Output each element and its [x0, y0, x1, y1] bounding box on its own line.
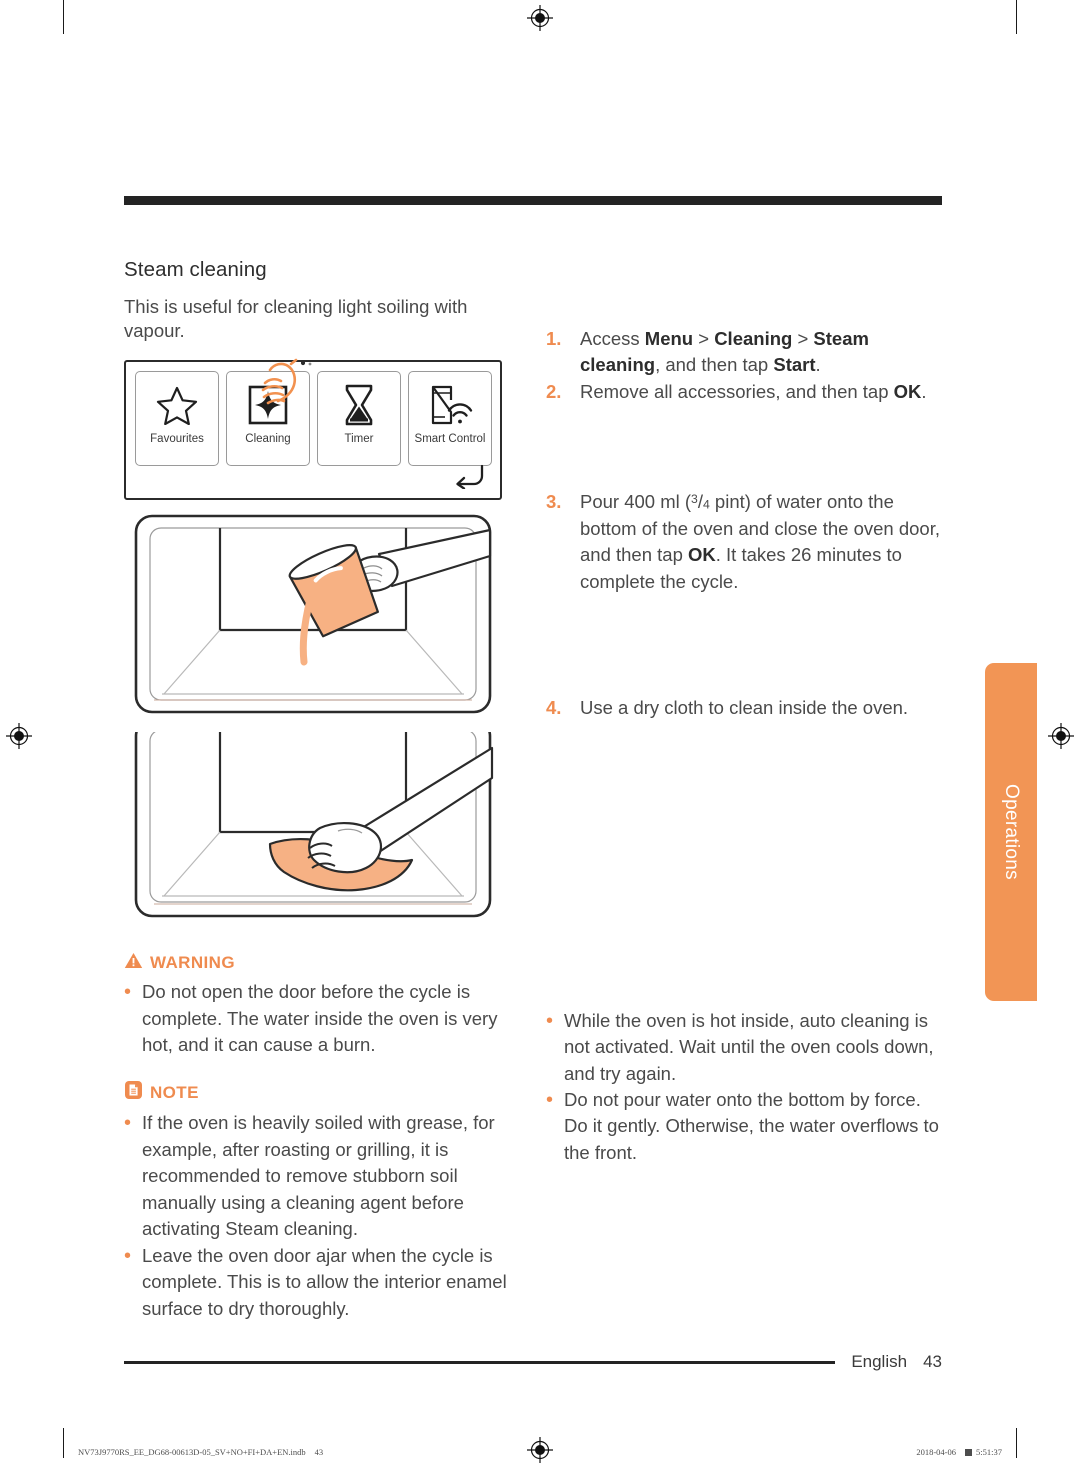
note-bullets-left: • If the oven is heavily soiled with gre…	[124, 1110, 514, 1322]
oven-pour-illustration	[124, 512, 514, 720]
list-item: • Do not open the door before the cycle …	[124, 979, 514, 1058]
smart-control-icon	[425, 381, 475, 429]
production-glyph-icon	[965, 1449, 973, 1456]
bullet-text: While the oven is hot inside, auto clean…	[564, 1009, 934, 1084]
production-time: 5:51:37	[976, 1447, 1002, 1457]
left-column: Steam cleaning This is useful for cleani…	[124, 258, 514, 1322]
steps-list: 1. Access Menu > Cleaning > Steam cleani…	[546, 326, 942, 722]
note-bullets-right: • While the oven is hot inside, auto cle…	[546, 1008, 942, 1167]
footer-language: English	[851, 1352, 908, 1371]
hourglass-icon	[340, 381, 378, 429]
note-callout-right: • While the oven is hot inside, auto cle…	[546, 1008, 942, 1167]
panel-tile-label: Cleaning	[245, 433, 291, 446]
warning-callout: WARNING • Do not open the door before th…	[124, 952, 514, 1058]
production-page: 43	[314, 1447, 324, 1457]
step-item-1: 1. Access Menu > Cleaning > Steam cleani…	[546, 326, 942, 379]
step-text: Access Menu > Cleaning > Steam cleaning,…	[580, 328, 869, 376]
bullet-dot-icon: •	[546, 1088, 554, 1111]
panel-tile-label: Timer	[344, 433, 374, 446]
list-item: • While the oven is hot inside, auto cle…	[546, 1008, 942, 1087]
step-text: Remove all accessories, and then tap OK.	[580, 380, 927, 402]
production-info-line: NV73J9770RS_EE_DG68-00613D-05_SV+NO+FI+D…	[78, 1447, 1002, 1457]
list-item: • Do not pour water onto the bottom by f…	[546, 1087, 942, 1166]
control-panel-illustration: Favourites Cleaning Timer Smart Control	[124, 358, 502, 501]
bullet-dot-icon: •	[546, 1009, 554, 1032]
step-text: Pour 400 ml (3/4 pint) of water onto the…	[580, 491, 940, 592]
page-footer: English 43	[124, 1352, 942, 1372]
oven-wipe-illustration	[124, 732, 514, 924]
bullet-text: Do not pour water onto the bottom by for…	[564, 1088, 939, 1163]
panel-tile-timer: Timer	[317, 371, 401, 467]
bullet-dot-icon: •	[124, 1112, 132, 1135]
step-item-2: 2. Remove all accessories, and then tap …	[546, 379, 942, 405]
warning-triangle-icon	[124, 952, 143, 974]
warning-header: WARNING	[124, 952, 514, 974]
note-document-icon	[124, 1080, 143, 1105]
control-panel-tiles: Favourites Cleaning Timer Smart Control	[135, 371, 492, 467]
production-date: 2018-04-06	[916, 1447, 957, 1457]
panel-tile-label: Favourites	[150, 433, 204, 446]
bullet-text: If the oven is heavily soiled with greas…	[142, 1112, 495, 1240]
note-callout-left: NOTE • If the oven is heavily soiled wit…	[124, 1080, 514, 1322]
note-title: NOTE	[150, 1082, 199, 1102]
bullet-text: Do not open the door before the cycle is…	[142, 981, 498, 1055]
side-tab-operations: Operations	[985, 663, 1037, 1001]
bullet-dot-icon: •	[124, 1244, 132, 1267]
step-item-3: 3. Pour 400 ml (3/4 pint) of water onto …	[546, 489, 942, 595]
manual-page: Steam cleaning This is useful for cleani…	[0, 0, 1080, 1476]
step-number: 2.	[546, 380, 562, 402]
side-tab-label: Operations	[1001, 784, 1022, 880]
footer-rule	[124, 1360, 836, 1364]
panel-tile-label: Smart Control	[414, 433, 486, 446]
list-item: • Leave the oven door ajar when the cycl…	[124, 1243, 514, 1322]
footer-page-number: 43	[923, 1352, 942, 1371]
intro-paragraph: This is useful for cleaning light soilin…	[124, 296, 468, 342]
step-text: Use a dry cloth to clean inside the oven…	[580, 697, 909, 719]
bullet-text: Leave the oven door ajar when the cycle …	[142, 1244, 507, 1319]
panel-tile-favourites: Favourites	[135, 371, 219, 467]
panel-tile-smart-control: Smart Control	[408, 371, 492, 467]
star-icon	[156, 381, 198, 429]
header-rule	[124, 196, 942, 205]
sparkle-icon	[245, 381, 291, 429]
back-arrow-icon	[452, 463, 486, 494]
right-column: 1. Access Menu > Cleaning > Steam cleani…	[546, 326, 942, 1166]
step-number: 1.	[546, 328, 562, 349]
step-item-4: 4. Use a dry cloth to clean inside the o…	[546, 695, 942, 721]
panel-tile-cleaning: Cleaning	[226, 371, 310, 467]
production-filename: NV73J9770RS_EE_DG68-00613D-05_SV+NO+FI+D…	[78, 1447, 306, 1457]
bullet-dot-icon: •	[124, 981, 132, 1004]
page-title: Steam cleaning	[124, 258, 267, 281]
note-header: NOTE	[124, 1080, 514, 1105]
step-number: 3.	[546, 491, 562, 513]
warning-bullets: • Do not open the door before the cycle …	[124, 979, 514, 1058]
warning-title: WARNING	[150, 953, 235, 973]
step-number: 4.	[546, 697, 562, 719]
list-item: • If the oven is heavily soiled with gre…	[124, 1110, 514, 1242]
